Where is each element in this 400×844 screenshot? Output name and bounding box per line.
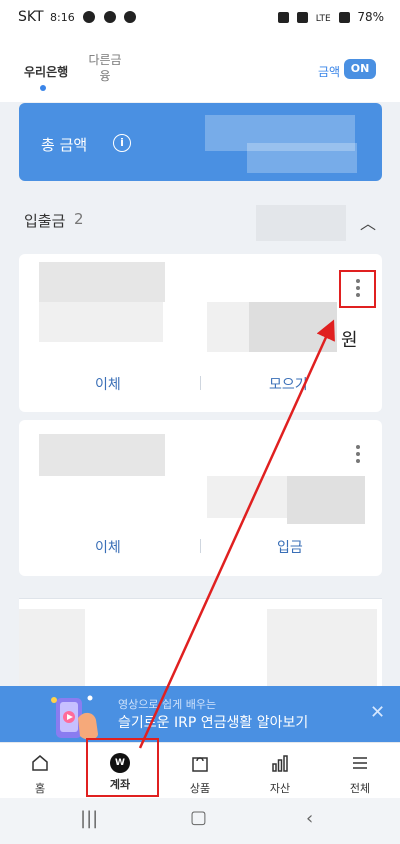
status-bar: SKT 8:16 LTE 78% <box>0 0 400 36</box>
network-label: LTE <box>315 14 331 24</box>
nav-all[interactable]: 전체 <box>320 743 400 799</box>
system-nav-bar: ||| ▢ ‹ <box>0 798 400 844</box>
status-time: 8:16 <box>50 11 75 24</box>
alarm-icon <box>278 12 290 23</box>
status-right: LTE 78% <box>274 10 384 24</box>
deposit-button[interactable]: 입금 <box>277 537 303 557</box>
battery-level: 78% <box>357 10 384 24</box>
highlight-box-account-tab <box>86 738 159 797</box>
redacted-account-number <box>39 302 163 342</box>
redacted-account-name <box>19 609 85 687</box>
tab-label: 우리은행 <box>24 65 69 79</box>
total-amount-label: 총 금액 <box>41 136 88 154</box>
card-actions: 이체 모으기 <box>19 374 382 404</box>
redacted-account-name <box>39 262 165 302</box>
status-icon <box>83 11 96 23</box>
section-count: 2 <box>74 210 84 228</box>
tab-label: 다른금융 <box>88 53 122 83</box>
shopping-bag-icon <box>192 757 208 772</box>
carrier: SKT <box>18 9 44 25</box>
status-left: SKT 8:16 <box>18 9 137 25</box>
section-title: 입출금 <box>24 212 66 230</box>
menu-icon <box>353 757 367 769</box>
nav-label: 전체 <box>349 782 371 795</box>
recents-icon[interactable]: ||| <box>80 808 98 829</box>
nav-products[interactable]: 상품 <box>160 743 240 799</box>
total-amount-card[interactable]: 총 금액 i <box>19 103 382 181</box>
redacted-balance <box>287 476 365 524</box>
nav-label: 자산 <box>269 782 291 795</box>
chevron-up-icon[interactable]: ︿ <box>360 210 376 234</box>
redacted-section-total <box>256 205 346 241</box>
nav-label: 상품 <box>189 782 211 795</box>
divider <box>200 539 201 553</box>
redacted-balance <box>249 302 337 352</box>
more-options-icon[interactable] <box>356 445 360 463</box>
mute-icon <box>296 12 308 23</box>
account-card-partial[interactable] <box>19 598 382 688</box>
facebook-icon <box>124 11 137 23</box>
redacted-amount <box>247 143 357 173</box>
account-card[interactable]: 이체 입금 <box>19 420 382 576</box>
info-icon[interactable]: i <box>113 134 131 152</box>
facebook-icon <box>103 11 116 23</box>
close-icon[interactable]: ✕ <box>370 702 385 723</box>
home-button-icon[interactable]: ▢ <box>190 807 207 828</box>
currency-unit: 원 <box>341 330 358 351</box>
nav-label: 홈 <box>34 782 46 795</box>
back-icon[interactable]: ‹ <box>306 808 313 829</box>
nav-assets[interactable]: 자산 <box>240 743 320 799</box>
account-card[interactable]: 원 이체 모으기 <box>19 254 382 412</box>
transfer-button[interactable]: 이체 <box>95 537 121 557</box>
redacted-account-name <box>39 434 165 476</box>
bottom-nav: 홈 W 계좌 상품 자산 전체 <box>0 742 400 798</box>
nav-home[interactable]: 홈 <box>0 743 80 799</box>
active-tab-indicator <box>40 85 46 91</box>
promo-subtitle: 영상으로 쉽게 배우는 <box>118 698 217 711</box>
amount-label: 금액 <box>318 65 341 79</box>
card-actions: 이체 입금 <box>19 537 382 567</box>
save-up-button[interactable]: 모으기 <box>269 374 308 394</box>
amount-toggle[interactable]: ON <box>344 59 376 79</box>
promo-title: 슬기로운 IRP 연금생활 알아보기 <box>118 715 309 731</box>
promo-phone-hand-icon <box>51 695 98 740</box>
divider <box>200 376 201 390</box>
header: 우리은행 다른금융 금액 ON <box>0 36 400 102</box>
redacted-balance <box>267 609 377 687</box>
home-icon <box>32 755 48 771</box>
highlight-box-more-options <box>339 270 376 308</box>
transfer-button[interactable]: 이체 <box>95 374 121 394</box>
tab-woori-bank[interactable]: 우리은행 <box>24 63 69 91</box>
bar-chart-icon <box>272 755 288 772</box>
signal-icon <box>338 12 350 23</box>
tab-other-finance[interactable]: 다른금융 <box>88 52 122 84</box>
